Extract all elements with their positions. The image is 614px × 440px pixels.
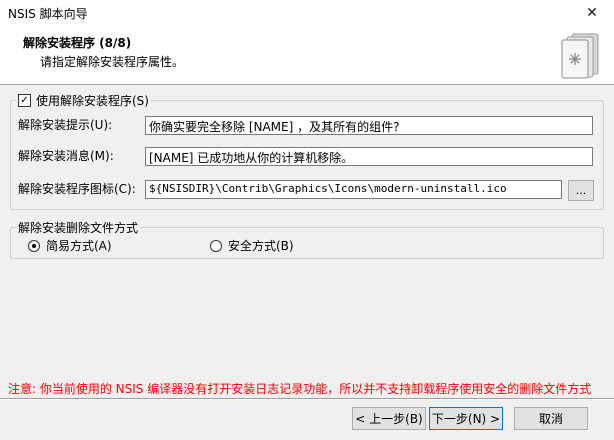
wizard-header: 解除安装程序 (8/8) 请指定解除安装程序属性。 [0,26,614,85]
back-button[interactable]: < 上一步(B) [352,407,426,430]
page-title: 解除安装程序 (8/8) [23,36,132,50]
radio-safe-mode[interactable]: 安全方式(B) [210,237,294,254]
uninstaller-icon-label: 解除安装程序图标(C): [18,182,136,196]
uninstall-message-label: 解除安装消息(M): [18,149,114,163]
use-uninstaller-label: 使用解除安装程序(S) [36,94,149,108]
uninstall-message-input[interactable]: [NAME] 已成功地从你的计算机移除。 [145,147,593,166]
browse-icon-button[interactable]: ... [568,180,594,201]
cancel-button[interactable]: 取消 [514,407,588,430]
installer-disk-icon [561,33,599,79]
radio-safe-label: 安全方式(B) [228,239,294,253]
delete-mode-group-title: 解除安装删除文件方式 [16,219,141,236]
radio-selected-icon[interactable] [28,239,40,252]
checkbox-check-icon[interactable]: ✓ [18,94,31,107]
uninstall-prompt-input[interactable]: 你确实要完全移除 [NAME] ，及其所有的组件? [145,116,593,135]
title-bar: NSIS 脚本向导 ✕ [0,0,614,27]
window-title: NSIS 脚本向导 [8,7,88,21]
close-icon[interactable]: ✕ [570,0,614,26]
uninstaller-icon-input[interactable]: ${NSISDIR}\Contrib\Graphics\Icons\modern… [145,180,562,199]
radio-unselected-icon[interactable] [210,239,222,252]
button-separator [0,398,614,400]
use-uninstaller-checkbox[interactable]: ✓ 使用解除安装程序(S) [16,92,151,109]
page-subtitle: 请指定解除安装程序属性。 [40,55,185,69]
wizard-window: NSIS 脚本向导 ✕ 解除安装程序 (8/8) 请指定解除安装程序属性。 ✓ … [0,0,614,440]
radio-simple-mode[interactable]: 简易方式(A) [28,237,112,254]
radio-simple-label: 简易方式(A) [46,239,112,253]
next-button[interactable]: 下一步(N) > [429,407,503,430]
warning-note: 注意: 你当前使用的 NSIS 编译器没有打开安装日志记录功能，所以并不支持卸载… [8,382,592,396]
uninstall-prompt-label: 解除安装提示(U): [18,118,113,132]
